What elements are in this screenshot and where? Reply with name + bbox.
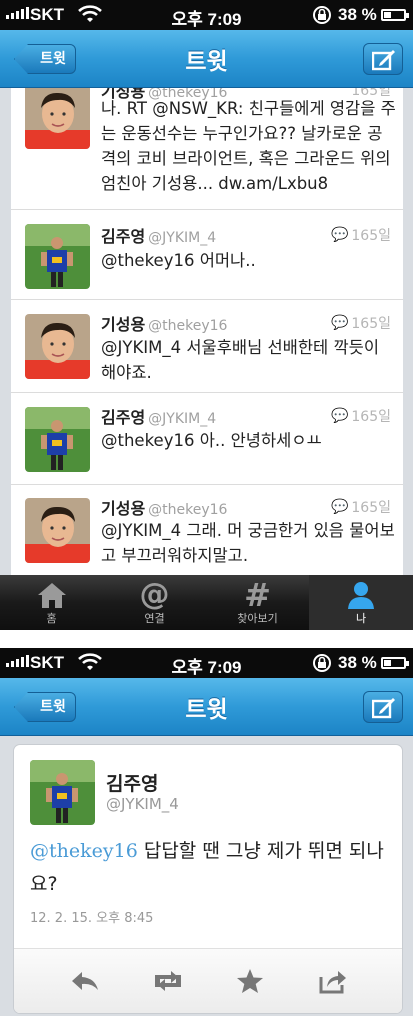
- tab-connect[interactable]: @ 연결: [103, 575, 206, 630]
- tweet-author: 김주영 @JYKIM_4: [101, 227, 217, 246]
- retweet-icon: [154, 971, 181, 991]
- timeline-screen: SKT 오후 7:09 38 % 트윗 트윗 기성용 @thekey16 165일…: [0, 0, 413, 630]
- tab-me[interactable]: 나: [309, 575, 413, 630]
- home-icon: [37, 583, 66, 608]
- tweet-row[interactable]: 기성용 @thekey16 165일 나. RT @NSW_KR: 친구들에게 영…: [11, 88, 403, 210]
- author-handle: @JYKIM_4: [106, 795, 179, 813]
- author-name[interactable]: 김주영: [106, 769, 158, 796]
- tweet-author: 기성용 @thekey16: [101, 315, 228, 334]
- status-bar: SKT 오후 7:09 38 %: [0, 648, 413, 678]
- battery-icon: [381, 657, 409, 669]
- tweet-text: @thekey16 어머나..: [101, 251, 256, 270]
- tweet-list[interactable]: 기성용 @thekey16 165일 나. RT @NSW_KR: 친구들에게 영…: [11, 88, 403, 575]
- share-button[interactable]: [313, 966, 353, 996]
- compose-button[interactable]: [363, 43, 403, 75]
- tab-label: 홈: [46, 612, 57, 625]
- avatar[interactable]: [25, 407, 90, 472]
- rotation-lock-icon: [313, 6, 331, 24]
- share-icon: [319, 971, 346, 994]
- retweet-button[interactable]: [148, 966, 188, 996]
- at-icon: @: [139, 577, 170, 612]
- reply-count-icon: 💬: [330, 408, 349, 424]
- tweet-age: 💬 165일: [330, 408, 391, 425]
- battery-icon: [381, 9, 409, 21]
- compose-icon: [372, 698, 395, 719]
- tab-label: 찾아보기: [237, 612, 278, 625]
- avatar[interactable]: [25, 498, 90, 563]
- tweet-detail-screen: SKT 오후 7:09 38 % 트윗 트윗 김주영 @JYKIM_4 @the…: [0, 648, 413, 1016]
- tweet-actions: [14, 948, 402, 1013]
- battery-percent: 38 %: [338, 653, 377, 672]
- tweet-text: @JYKIM_4 서울후배님 선배한테 깍듯이 해야죠.: [101, 338, 380, 382]
- tweet-row[interactable]: 김주영 @JYKIM_4 💬 165일 @thekey16 어머나..: [11, 210, 403, 300]
- person-icon: [348, 582, 374, 609]
- tab-discover[interactable]: # 찾아보기: [206, 575, 309, 630]
- tweet-timestamp: 12. 2. 15. 오후 8:45: [30, 911, 154, 926]
- compose-icon: [372, 50, 395, 71]
- tweet-detail-card: 김주영 @JYKIM_4 @thekey16 답답할 땐 그냥 제가 뛰면 되나…: [13, 744, 403, 1014]
- nav-bar: 트윗 트윗: [0, 30, 413, 88]
- avatar[interactable]: [25, 224, 90, 289]
- tweet-author: 김주영 @JYKIM_4: [101, 408, 217, 427]
- status-bar: SKT 오후 7:09 38 %: [0, 0, 413, 30]
- nav-bar: 트윗 트윗: [0, 678, 413, 736]
- avatar[interactable]: [25, 314, 90, 379]
- compose-button[interactable]: [363, 691, 403, 723]
- tab-bar: 홈 @ 연결 # 찾아보기 나: [0, 575, 413, 630]
- page-title: 트윗: [185, 697, 228, 723]
- favorite-icon: [237, 969, 264, 993]
- tweet-age: 💬 165일: [330, 227, 391, 244]
- tweet-text: @thekey16 답답할 땐 그냥 제가 뛰면 되나요?: [30, 840, 384, 895]
- tweet-text: @JYKIM_4 그래. 머 궁금한거 있음 물어보고 부끄러워하지말고.: [101, 521, 395, 565]
- mention-link[interactable]: @thekey16: [30, 840, 138, 862]
- reply-icon: [72, 972, 99, 990]
- favorite-button[interactable]: [230, 966, 270, 996]
- reply-count-icon: 💬: [330, 315, 349, 331]
- tab-label: 나: [355, 612, 367, 625]
- page-title: 트윗: [185, 49, 228, 75]
- reply-count-icon: 💬: [330, 499, 349, 515]
- tweet-row[interactable]: 기성용 @thekey16 💬 165일 @JYKIM_4 그래. 머 궁금한거 있…: [11, 485, 403, 575]
- tweet-row[interactable]: 김주영 @JYKIM_4 💬 165일 @thekey16 아.. 안녕하세ㅇㅛ: [11, 393, 403, 485]
- rotation-lock-icon: [313, 654, 331, 672]
- tweet-row[interactable]: 기성용 @thekey16 💬 165일 @JYKIM_4 서울후배님 선배한테 깍…: [11, 300, 403, 393]
- hash-icon: #: [244, 576, 271, 614]
- battery-percent: 38 %: [338, 5, 377, 24]
- avatar[interactable]: [30, 760, 95, 825]
- tab-label: 연결: [144, 612, 165, 625]
- tab-home[interactable]: 홈: [0, 575, 103, 630]
- tweet-author: 기성용 @thekey16: [101, 499, 228, 518]
- tweet-age: 💬 165일: [330, 499, 391, 516]
- reply-count-icon: 💬: [330, 227, 349, 243]
- tweet-text: 나. RT @NSW_KR: 친구들에게 영감을 주는 운동선수는 누구인가요?…: [101, 99, 396, 193]
- reply-button[interactable]: [65, 966, 105, 996]
- avatar[interactable]: [25, 88, 90, 149]
- tweet-age: 💬 165일: [330, 315, 391, 332]
- tweet-text: @thekey16 아.. 안녕하세ㅇㅛ: [101, 431, 322, 450]
